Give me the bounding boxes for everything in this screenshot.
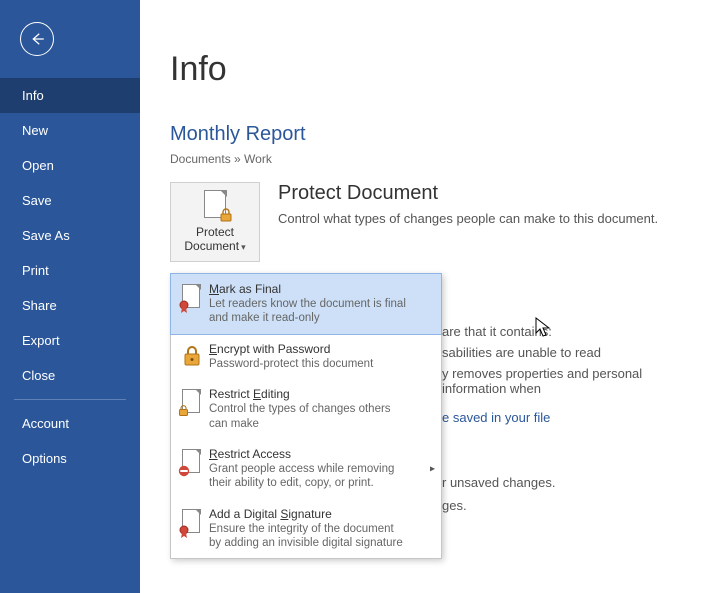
versions-line-2: ges. [442,498,693,513]
menu-restrict-access[interactable]: Restrict Access Grant people access whil… [171,439,441,499]
nav-label: Info [22,88,44,103]
menu-item-desc: Control the types of changes others can … [209,402,409,431]
menu-item-title: Add a Digital Signature [209,507,433,521]
doc-no-entry-icon [179,447,205,491]
nav-open[interactable]: Open [0,148,140,183]
sidebar-separator [14,399,126,400]
arrow-left-icon [28,30,46,48]
menu-item-title: Restrict Access [209,447,433,461]
nav-label: Open [22,158,54,173]
back-button[interactable] [20,22,54,56]
menu-item-title: Mark as Final [209,282,433,296]
ribbon-badge-icon [179,282,205,326]
tile-label: Protect Document▾ [171,226,259,254]
nav-label: Options [22,451,67,466]
nav-export[interactable]: Export [0,323,140,358]
page-title: Info [170,50,693,89]
nav-share[interactable]: Share [0,288,140,323]
sidebar: Info New Open Save Save As Print Share E… [0,0,140,593]
protect-document-menu: Mark as Final Let readers know the docum… [170,273,442,559]
versions-line-1: r unsaved changes. [442,475,693,490]
menu-item-title: Encrypt with Password [209,342,433,356]
main-panel: Info Monthly Report Documents » Work Pro… [140,0,723,593]
inspect-bullets: are that it contains: sabilities are una… [442,324,693,396]
backstage-view: Info New Open Save Save As Print Share E… [0,0,723,593]
nav-options[interactable]: Options [0,441,140,476]
inspect-bullet-1: sabilities are unable to read [442,345,693,360]
nav-save[interactable]: Save [0,183,140,218]
inspect-link[interactable]: e saved in your file [442,410,550,425]
nav-print[interactable]: Print [0,253,140,288]
nav-save-as[interactable]: Save As [0,218,140,253]
nav-account[interactable]: Account [0,406,140,441]
protect-section-body: Protect Document Control what types of c… [260,182,658,226]
protect-header: Protect Document [278,182,658,205]
menu-item-desc: Password-protect this document [209,357,409,371]
nav-label: Export [22,333,60,348]
menu-restrict-editing[interactable]: Restrict Editing Control the types of ch… [171,379,441,439]
menu-add-digital-signature[interactable]: Add a Digital Signature Ensure the integ… [171,499,441,559]
menu-item-desc: Ensure the integrity of the document by … [209,522,409,551]
nav-label: Save As [22,228,70,243]
protect-section: Protect Document▾ Protect Document Contr… [170,182,693,262]
inspect-bullet-2: y removes properties and personal inform… [442,366,693,396]
menu-mark-as-final[interactable]: Mark as Final Let readers know the docum… [170,273,442,335]
menu-item-desc: Let readers know the document is final a… [209,297,409,326]
menu-item-title: Restrict Editing [209,387,433,401]
nav-label: Close [22,368,55,383]
inspect-intro: are that it contains: [442,324,693,339]
menu-encrypt-password[interactable]: Encrypt with Password Password-protect t… [171,334,441,379]
inspect-section-partial: are that it contains: sabilities are una… [442,324,693,427]
nav-label: New [22,123,48,138]
document-path: Documents » Work [170,152,693,166]
lock-icon [179,342,205,371]
nav-close[interactable]: Close [0,358,140,393]
nav-label: Print [22,263,49,278]
protect-document-icon [201,190,229,220]
protect-subtext: Control what types of changes people can… [278,211,658,226]
nav-label: Save [22,193,52,208]
submenu-chevron-icon: ▸ [430,463,435,474]
doc-ribbon-icon [179,507,205,551]
doc-lock-icon [179,387,205,431]
nav-label: Account [22,416,69,431]
nav-info[interactable]: Info [0,78,140,113]
protect-document-button[interactable]: Protect Document▾ [170,182,260,262]
document-title: Monthly Report [170,123,693,146]
menu-item-desc: Grant people access while removing their… [209,462,409,491]
nav-new[interactable]: New [0,113,140,148]
nav-label: Share [22,298,57,313]
